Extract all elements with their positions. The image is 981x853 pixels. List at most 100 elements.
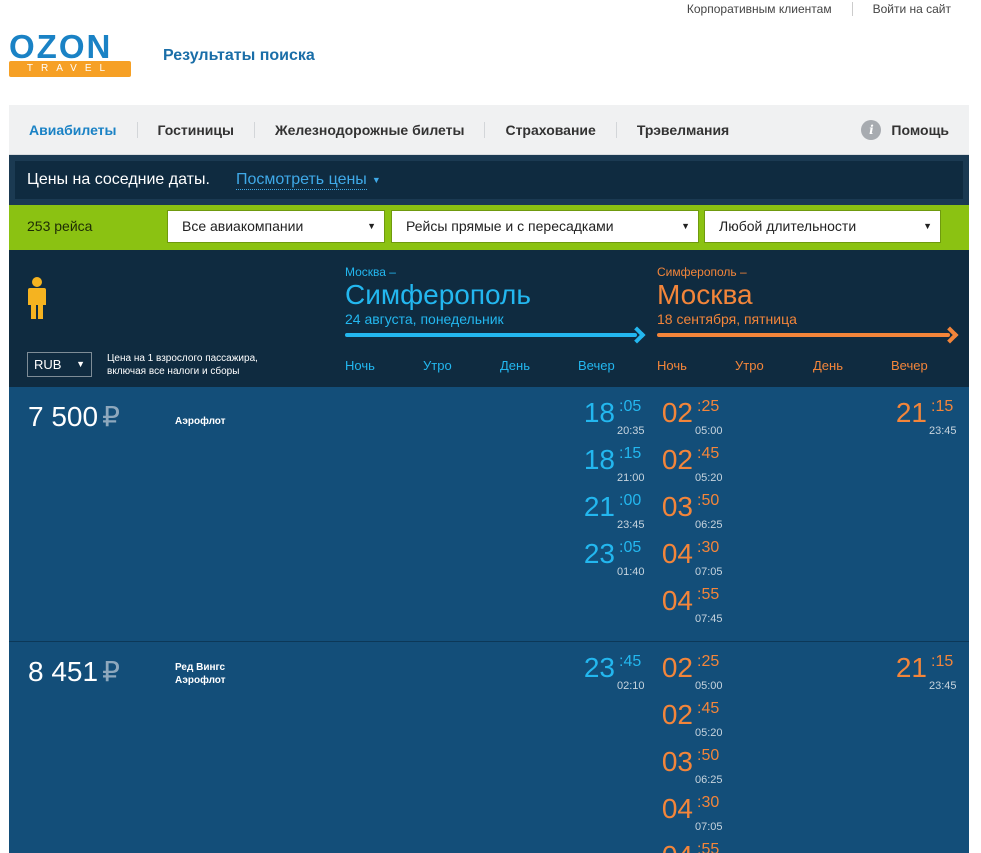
currency-value: RUB <box>34 357 62 372</box>
nav-item-insurance[interactable]: Страхование <box>484 121 615 138</box>
nav-item-trains[interactable]: Железнодорожные билеты <box>253 121 484 138</box>
tod-out-evening[interactable]: Вечер <box>578 358 615 373</box>
tod-out-night[interactable]: Ночь <box>345 358 423 373</box>
flight-time[interactable]: 21:15 23:45 <box>893 397 963 444</box>
arrival-time: 23:45 <box>617 519 645 531</box>
flight-time[interactable]: 04:30 07:05 <box>659 538 729 585</box>
outbound-time-of-day-filters: Ночь Утро День Вечер <box>345 358 615 373</box>
flight-time[interactable]: 23:45 02:10 <box>581 652 651 699</box>
departure-minutes: :25 <box>697 653 720 670</box>
return-route: Симферополь – Москва 18 сентября, пятниц… <box>657 265 797 327</box>
logo-travel-text: TRAVEL <box>9 61 131 77</box>
departure-hour: 23 <box>583 538 615 569</box>
arrival-time: 20:35 <box>617 425 645 437</box>
return-arrow-icon <box>657 326 959 344</box>
departure-minutes: :50 <box>697 747 720 764</box>
flight-time[interactable]: 04:55 <box>659 840 729 853</box>
top-links: Корпоративным клиентам Войти на сайт <box>667 2 951 16</box>
departure-minutes: :45 <box>619 653 642 670</box>
tod-out-day[interactable]: День <box>500 358 578 373</box>
flight-time[interactable]: 21:00 23:45 <box>581 491 651 538</box>
airlines-select-value: Все авиакомпании <box>182 218 304 234</box>
ozon-travel-logo[interactable]: OZON TRAVEL <box>9 28 131 77</box>
price-note: Цена на 1 взрослого пассажира, включая в… <box>107 353 258 377</box>
tod-ret-morning[interactable]: Утро <box>735 358 813 373</box>
result-row[interactable]: 7 500 ₽ Аэрофлот 18 :05 20:35 18:15 21:00 21:0… <box>9 387 969 641</box>
departure-hour: 04 <box>661 538 693 569</box>
departure-minutes: :15 <box>931 653 954 670</box>
departure-hour: 02 <box>661 699 693 730</box>
result-row[interactable]: 8 451 ₽ Ред Вингс Аэрофлот 23:45 02:10 02:2… <box>9 641 969 853</box>
duration-select[interactable]: Любой длительности ▼ <box>704 210 941 243</box>
arrival-time: 06:25 <box>695 519 723 531</box>
airlines-select[interactable]: Все авиакомпании ▼ <box>167 210 385 243</box>
nav-item-travelmania[interactable]: Трэвелмания <box>615 121 749 138</box>
tod-out-morning[interactable]: Утро <box>423 358 500 373</box>
departure-hour: 21 <box>583 491 615 522</box>
price: 8 451 ₽ <box>28 655 120 688</box>
airline-name: Аэрофлот <box>175 416 226 427</box>
arrival-time: 02:10 <box>617 680 645 692</box>
nav-item-flights[interactable]: Авиабилеты <box>9 122 137 138</box>
arrival-time: 05:00 <box>695 425 723 437</box>
flight-time[interactable]: 18:15 21:00 <box>581 444 651 491</box>
logo-ozon-text: OZON <box>9 28 113 65</box>
arrival-time: 23:45 <box>929 680 957 692</box>
flight-time[interactable]: 18:05 20:35 <box>581 397 651 444</box>
currency-select[interactable]: RUB ▼ <box>27 352 92 377</box>
airline-list: Аэрофлот <box>175 415 226 428</box>
help-label: Помощь <box>891 121 949 138</box>
return-to: Москва <box>657 279 753 310</box>
flight-time[interactable]: 02:45 05:20 <box>659 444 729 491</box>
outbound-from: Москва – <box>345 265 396 279</box>
arrival-time: 07:45 <box>695 613 723 625</box>
view-prices-link[interactable]: Посмотреть цены <box>235 171 367 190</box>
departure-minutes: :25 <box>697 398 720 415</box>
nearby-dates-label: Цены на соседние даты. <box>27 171 210 188</box>
flight-time[interactable]: 21:15 23:45 <box>893 652 963 699</box>
chevron-down-icon: ▼ <box>923 221 932 231</box>
flight-time[interactable]: 04:30 07:05 <box>659 793 729 840</box>
arrival-time: 21:00 <box>617 472 645 484</box>
outbound-route: Москва – Симферополь 24 августа, понедел… <box>345 265 531 327</box>
departure-minutes: :15 <box>619 445 642 462</box>
price: 7 500 ₽ <box>28 400 120 433</box>
tod-ret-evening[interactable]: Вечер <box>891 358 928 373</box>
departure-hour: 02 <box>661 397 693 428</box>
corporate-clients-link[interactable]: Корпоративным клиентам <box>667 2 852 16</box>
departure-hour: 02 <box>661 652 693 683</box>
departure-minutes: :00 <box>619 492 642 509</box>
arrival-time: 05:20 <box>695 727 723 739</box>
ruble-icon: ₽ <box>102 656 120 687</box>
outbound-to: Симферополь <box>345 279 531 310</box>
results-header: RUB ▼ Цена на 1 взрослого пассажира, вкл… <box>9 250 969 387</box>
departure-minutes: :05 <box>619 398 642 415</box>
passenger-icon[interactable] <box>26 277 48 319</box>
flight-time[interactable]: 03:50 06:25 <box>659 491 729 538</box>
departure-minutes: :30 <box>697 539 720 556</box>
flight-time[interactable]: 02:25 05:00 <box>659 652 729 699</box>
flight-time[interactable]: 23:05 01:40 <box>581 538 651 585</box>
nav-item-hotels[interactable]: Гостиницы <box>136 121 254 138</box>
tod-ret-day[interactable]: День <box>813 358 891 373</box>
outbound-date: 24 августа, понедельник <box>345 311 504 327</box>
arrival-time: 05:20 <box>695 472 723 484</box>
return-from: Симферополь – <box>657 265 747 279</box>
chevron-down-icon: ▼ <box>367 221 376 231</box>
tod-ret-night[interactable]: Ночь <box>657 358 735 373</box>
departure-minutes: :50 <box>697 492 720 509</box>
flight-time[interactable]: 02:45 05:20 <box>659 699 729 746</box>
login-link[interactable]: Войти на сайт <box>851 2 951 16</box>
page-title: Результаты поиска <box>163 47 315 64</box>
departure-minutes: :55 <box>697 586 720 603</box>
departure-minutes: :45 <box>697 700 720 717</box>
departure-hour: 18 <box>583 444 615 475</box>
airline-name: Ред Вингс <box>175 662 226 673</box>
arrival-time: 07:05 <box>695 821 723 833</box>
flight-time[interactable]: 03:50 06:25 <box>659 746 729 793</box>
flight-time[interactable]: 04:55 07:45 <box>659 585 729 632</box>
stops-select[interactable]: Рейсы прямые и с пересадками ▼ <box>391 210 699 243</box>
flight-time[interactable]: 02:25 05:00 <box>659 397 729 444</box>
departure-hour: 03 <box>661 746 693 777</box>
help-link[interactable]: i Помощь <box>861 119 949 140</box>
